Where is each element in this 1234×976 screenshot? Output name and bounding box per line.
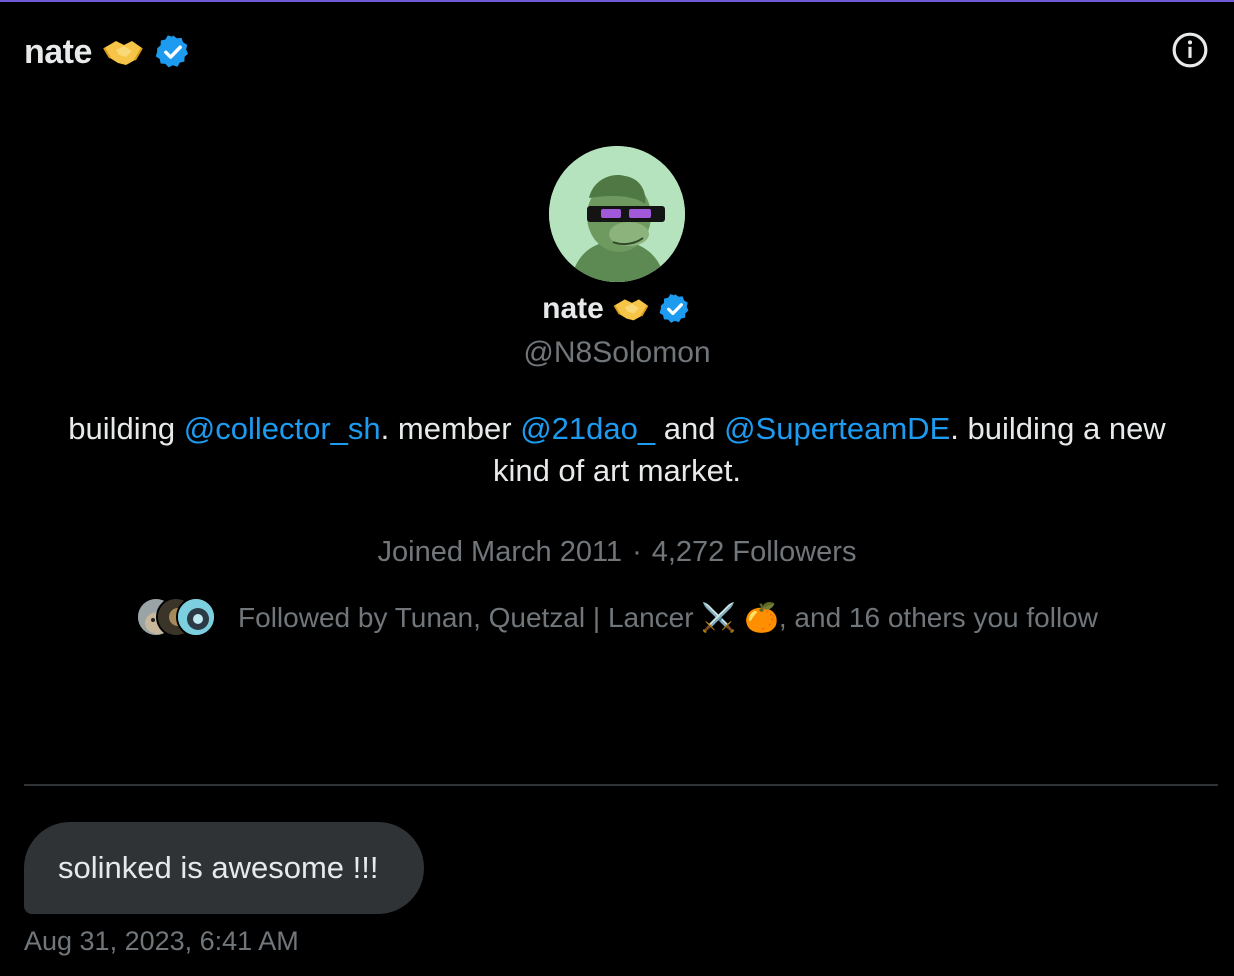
profile-meta: Joined March 2011 · 4,272 Followers bbox=[378, 536, 857, 569]
message-bubble[interactable]: solinked is awesome !!! bbox=[24, 822, 424, 914]
handshake-icon bbox=[612, 295, 650, 323]
crossed-swords-icon: ⚔️ bbox=[701, 601, 737, 633]
followed-by-prefix: Followed by Tunan, Quetzal | Lancer bbox=[238, 601, 702, 633]
mention-link[interactable]: @21dao_ bbox=[520, 411, 655, 446]
meta-separator: · bbox=[632, 536, 642, 568]
bio-text: building bbox=[68, 411, 184, 446]
verified-badge-icon[interactable] bbox=[154, 33, 192, 71]
orange-icon: 🍊 bbox=[744, 601, 779, 633]
avatar[interactable] bbox=[549, 146, 685, 282]
followed-by[interactable]: Followed by Tunan, Quetzal | Lancer ⚔️ 🍊… bbox=[136, 597, 1098, 637]
mention-link[interactable]: @collector_sh bbox=[184, 411, 381, 446]
message-timestamp: Aug 31, 2023, 6:41 AM bbox=[24, 926, 299, 956]
followed-by-text: Followed by Tunan, Quetzal | Lancer ⚔️ 🍊… bbox=[238, 601, 1098, 634]
followed-by-suffix: , and 16 others you follow bbox=[778, 601, 1098, 633]
message-text: solinked is awesome !!! bbox=[58, 850, 379, 885]
profile-handle[interactable]: @N8Solomon bbox=[523, 336, 710, 370]
profile-name-row: nate bbox=[542, 288, 692, 330]
window-top-border bbox=[0, 0, 1234, 2]
bio-text: and bbox=[655, 411, 725, 446]
header-name: nate bbox=[24, 32, 92, 71]
verified-badge-icon[interactable] bbox=[658, 292, 692, 326]
followers-count[interactable]: 4,272 Followers bbox=[652, 536, 857, 569]
conversation-header: nate bbox=[24, 28, 192, 76]
avatar bbox=[176, 597, 217, 637]
divider bbox=[24, 784, 1218, 786]
profile-card: nate @N8Solomon building @collector_sh. … bbox=[0, 146, 1234, 637]
bio-text: . member bbox=[380, 411, 521, 446]
info-button[interactable] bbox=[1170, 30, 1210, 70]
info-icon bbox=[1172, 32, 1208, 68]
handshake-icon bbox=[102, 36, 144, 68]
joined-date: Joined March 2011 bbox=[377, 536, 623, 568]
mention-link[interactable]: @SuperteamDE bbox=[724, 411, 950, 446]
profile-bio: building @collector_sh. member @21dao_ a… bbox=[47, 408, 1187, 492]
profile-name: nate bbox=[542, 292, 604, 325]
follower-avatars bbox=[136, 597, 217, 637]
